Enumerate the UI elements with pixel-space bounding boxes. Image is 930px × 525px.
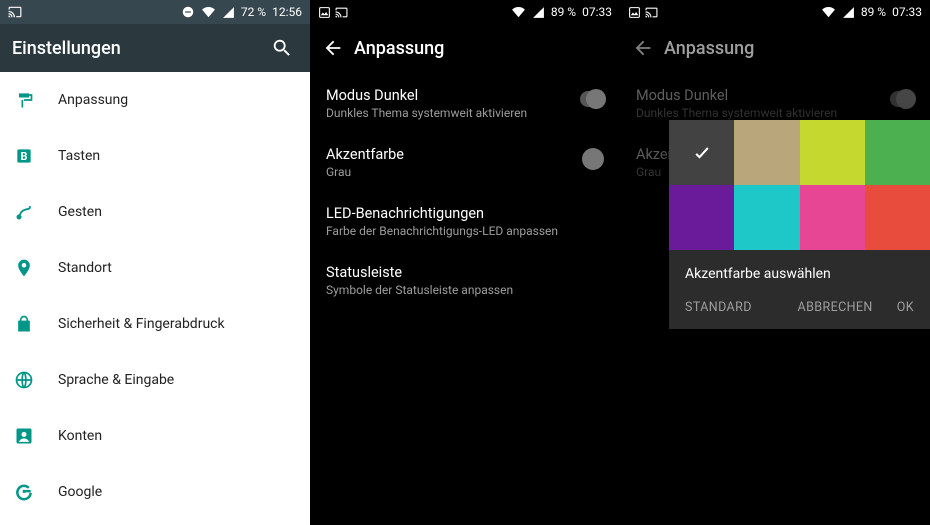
setting-title: LED-Benachrichtigungen xyxy=(326,205,604,222)
settings-item-google[interactable]: Google xyxy=(0,464,310,520)
settings-item-label: Anpassung xyxy=(58,92,128,108)
app-bar: Einstellungen xyxy=(0,24,310,72)
back-button[interactable] xyxy=(322,37,354,59)
accounts-icon xyxy=(14,426,58,446)
status-bar: 89 % 07:33 xyxy=(310,0,620,24)
swatch-grid xyxy=(669,120,930,250)
settings-item-konten[interactable]: Konten xyxy=(0,408,310,464)
setting-title: Akzentfarbe xyxy=(326,146,604,163)
action-ok[interactable]: OK xyxy=(897,300,914,315)
swatch-2[interactable] xyxy=(800,120,865,185)
paint-roller-icon xyxy=(14,90,58,110)
swatch-6[interactable] xyxy=(800,185,865,250)
action-default[interactable]: STANDARD xyxy=(685,300,752,315)
setting-subtitle: Farbe der Benachrichtigungs-LED anpassen xyxy=(326,224,604,238)
wifi-icon xyxy=(511,5,526,19)
status-bar: 89 % 07:33 xyxy=(620,0,930,24)
dnd-icon xyxy=(181,5,195,19)
accent-preview-dot xyxy=(582,148,604,170)
svg-text:B: B xyxy=(21,150,28,163)
app-bar: Anpassung xyxy=(620,24,930,72)
cast-icon xyxy=(335,6,348,19)
toggle-switch[interactable] xyxy=(580,91,604,107)
swatch-1[interactable] xyxy=(734,120,799,185)
screenshot-accent-picker: 89 % 07:33 Anpassung Modus Dunkel Dunkle… xyxy=(620,0,930,525)
settings-item-standort[interactable]: Standort xyxy=(0,240,310,296)
image-icon xyxy=(628,6,641,19)
setting-statusbar[interactable]: Statusleiste Symbole der Statusleiste an… xyxy=(310,251,620,310)
back-arrow-icon xyxy=(322,37,344,59)
signal-icon xyxy=(842,6,855,19)
search-icon xyxy=(271,37,293,59)
gestures-icon xyxy=(14,202,58,222)
setting-subtitle: Symbole der Statusleiste anpassen xyxy=(326,283,604,297)
setting-accent-color[interactable]: Akzentfarbe Grau xyxy=(310,133,620,192)
lock-icon xyxy=(14,314,58,334)
anpassung-list-dimmed: Modus Dunkel Dunkles Thema systemweit ak… xyxy=(620,72,930,525)
settings-item-label: Konten xyxy=(58,428,102,444)
image-icon xyxy=(318,6,331,19)
swatch-3[interactable] xyxy=(865,120,930,185)
location-icon xyxy=(14,258,58,278)
sheet-title: Akzentfarbe auswählen xyxy=(669,250,930,292)
check-icon xyxy=(692,143,712,163)
sheet-actions: STANDARD ABBRECHEN OK xyxy=(669,292,930,329)
cast-icon xyxy=(645,6,658,19)
status-bar: 72 % 12:56 xyxy=(0,0,310,24)
battery-text: 89 % xyxy=(551,5,576,19)
page-title: Anpassung xyxy=(664,38,918,59)
settings-list: Anpassung B Tasten Gesten Standort Siche… xyxy=(0,72,310,525)
screenshot-anpassung: 89 % 07:33 Anpassung Modus Dunkel Dunkle… xyxy=(310,0,620,525)
anpassung-list: Modus Dunkel Dunkles Thema systemweit ak… xyxy=(310,72,620,525)
app-bar: Anpassung xyxy=(310,24,620,72)
setting-title: Statusleiste xyxy=(326,264,604,281)
setting-title: Modus Dunkel xyxy=(326,87,604,104)
settings-item-sprache[interactable]: Sprache & Eingabe xyxy=(0,352,310,408)
page-title: Einstellungen xyxy=(12,38,266,59)
settings-item-tasten[interactable]: B Tasten xyxy=(0,128,310,184)
settings-item-label: Tasten xyxy=(58,148,100,164)
swatch-5[interactable] xyxy=(734,185,799,250)
accent-color-sheet: Akzentfarbe auswählen STANDARD ABBRECHEN… xyxy=(669,120,930,329)
swatch-7[interactable] xyxy=(865,185,930,250)
settings-item-gesten[interactable]: Gesten xyxy=(0,184,310,240)
setting-dark-mode[interactable]: Modus Dunkel Dunkles Thema systemweit ak… xyxy=(310,74,620,133)
status-time: 07:33 xyxy=(582,5,612,19)
settings-item-label: Gesten xyxy=(58,204,102,220)
globe-icon xyxy=(14,370,58,390)
signal-icon xyxy=(532,6,545,19)
screenshot-settings: 72 % 12:56 Einstellungen Anpassung B Tas… xyxy=(0,0,310,525)
status-time: 07:33 xyxy=(892,5,922,19)
google-icon xyxy=(14,482,58,502)
status-time: 12:56 xyxy=(272,5,302,19)
wifi-icon xyxy=(201,5,216,19)
setting-subtitle: Grau xyxy=(326,165,604,179)
settings-item-label: Sicherheit & Fingerabdruck xyxy=(58,316,225,332)
settings-item-label: Sprache & Eingabe xyxy=(58,372,174,388)
signal-icon xyxy=(222,6,235,19)
battery-text: 72 % xyxy=(241,5,266,19)
settings-item-label: Standort xyxy=(58,260,112,276)
wifi-icon xyxy=(821,5,836,19)
swatch-0[interactable] xyxy=(669,120,734,185)
back-button[interactable] xyxy=(632,37,664,59)
page-title: Anpassung xyxy=(354,38,608,59)
cast-icon xyxy=(8,5,22,19)
setting-subtitle: Dunkles Thema systemweit aktivieren xyxy=(326,106,604,120)
settings-item-anpassung[interactable]: Anpassung xyxy=(0,72,310,128)
search-button[interactable] xyxy=(266,37,298,59)
buttons-icon: B xyxy=(14,146,58,166)
battery-text: 89 % xyxy=(861,5,886,19)
settings-item-label: Google xyxy=(58,484,102,500)
setting-led-notifications[interactable]: LED-Benachrichtigungen Farbe der Benachr… xyxy=(310,192,620,251)
action-cancel[interactable]: ABBRECHEN xyxy=(798,300,873,315)
back-arrow-icon xyxy=(632,37,654,59)
settings-item-sicherheit[interactable]: Sicherheit & Fingerabdruck xyxy=(0,296,310,352)
swatch-4[interactable] xyxy=(669,185,734,250)
